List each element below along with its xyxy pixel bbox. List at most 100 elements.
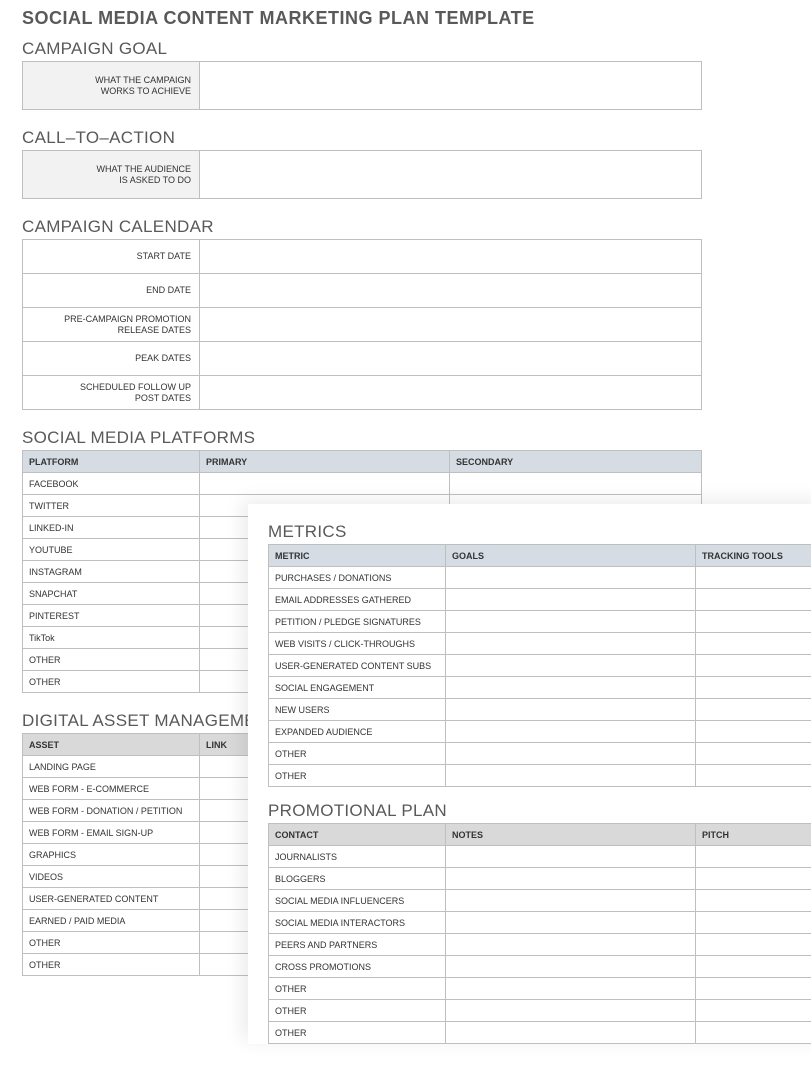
promo-cell[interactable] (696, 1000, 811, 1022)
promo-cell[interactable] (696, 846, 811, 868)
promo-cell[interactable] (446, 934, 696, 956)
calendar-row: START DATE (23, 240, 702, 274)
promo-cell[interactable] (446, 1022, 696, 1044)
promo-row: SOCIAL MEDIA INTERACTORS (269, 912, 811, 934)
section-title-goal: CAMPAIGN GOAL (22, 39, 702, 59)
assets-cell: EARNED / PAID MEDIA (23, 910, 200, 932)
promo-cell[interactable] (446, 912, 696, 934)
promo-cell: OTHER (269, 978, 446, 1000)
metrics-cell[interactable] (446, 633, 696, 655)
metrics-cell[interactable] (696, 743, 811, 765)
metrics-row: OTHER (269, 743, 811, 765)
promo-cell[interactable] (446, 890, 696, 912)
metrics-cell[interactable] (446, 721, 696, 743)
metrics-cell[interactable] (696, 589, 811, 611)
metrics-cell[interactable] (696, 655, 811, 677)
promo-cell: BLOGGERS (269, 868, 446, 890)
metrics-cell[interactable] (446, 567, 696, 589)
promo-cell[interactable] (446, 1000, 696, 1022)
calendar-row: PEAK DATES (23, 342, 702, 376)
metrics-hdr-goals: GOALS (446, 545, 696, 567)
section-title-metrics: METRICS (268, 522, 811, 542)
promo-cell[interactable] (696, 956, 811, 978)
platforms-cell[interactable] (450, 473, 702, 495)
doc-title: SOCIAL MEDIA CONTENT MARKETING PLAN TEMP… (22, 8, 702, 29)
promo-hdr-contact: CONTACT (269, 824, 446, 846)
platforms-hdr-primary: PRIMARY (200, 451, 450, 473)
assets-cell: LANDING PAGE (23, 756, 200, 778)
metrics-cell[interactable] (446, 699, 696, 721)
promo-cell: SOCIAL MEDIA INFLUENCERS (269, 890, 446, 912)
section-title-promo: PROMOTIONAL PLAN (268, 801, 811, 821)
metrics-cell[interactable] (696, 611, 811, 633)
platforms-cell: INSTAGRAM (23, 561, 200, 583)
promo-cell[interactable] (696, 978, 811, 1000)
platforms-cell: TikTok (23, 627, 200, 649)
promo-cell: OTHER (269, 1022, 446, 1044)
calendar-row: PRE-CAMPAIGN PROMOTIONRELEASE DATES (23, 308, 702, 342)
platforms-row: FACEBOOK (23, 473, 702, 495)
calendar-label: SCHEDULED FOLLOW UPPOST DATES (23, 376, 200, 410)
calendar-value[interactable] (200, 240, 702, 274)
metrics-cell[interactable] (446, 743, 696, 765)
promo-row: CROSS PROMOTIONS (269, 956, 811, 978)
calendar-label: START DATE (23, 240, 200, 274)
calendar-label: PEAK DATES (23, 342, 200, 376)
assets-cell: OTHER (23, 954, 200, 976)
platforms-hdr-secondary: SECONDARY (450, 451, 702, 473)
promo-row: OTHER (269, 1000, 811, 1022)
goal-value[interactable] (200, 62, 702, 110)
metrics-table: METRIC GOALS TRACKING TOOLS PURCHASES / … (268, 544, 811, 787)
promo-row: SOCIAL MEDIA INFLUENCERS (269, 890, 811, 912)
promo-cell[interactable] (446, 956, 696, 978)
metrics-cell[interactable] (696, 633, 811, 655)
promo-row: OTHER (269, 1022, 811, 1044)
promo-cell[interactable] (696, 912, 811, 934)
assets-cell: GRAPHICS (23, 844, 200, 866)
platforms-cell: YOUTUBE (23, 539, 200, 561)
platforms-cell: FACEBOOK (23, 473, 200, 495)
promo-cell[interactable] (696, 890, 811, 912)
metrics-cell[interactable] (446, 655, 696, 677)
metrics-cell[interactable] (446, 611, 696, 633)
metrics-row: EMAIL ADDRESSES GATHERED (269, 589, 811, 611)
calendar-value[interactable] (200, 342, 702, 376)
calendar-value[interactable] (200, 274, 702, 308)
metrics-cell[interactable] (696, 721, 811, 743)
promo-cell[interactable] (696, 934, 811, 956)
metrics-cell: EXPANDED AUDIENCE (269, 721, 446, 743)
assets-cell: VIDEOS (23, 866, 200, 888)
promo-cell[interactable] (446, 978, 696, 1000)
promo-cell[interactable] (696, 868, 811, 890)
promo-cell[interactable] (446, 846, 696, 868)
metrics-cell[interactable] (696, 765, 811, 787)
metrics-cell[interactable] (696, 567, 811, 589)
metrics-cell[interactable] (446, 765, 696, 787)
promo-cell[interactable] (446, 868, 696, 890)
goal-label: WHAT THE CAMPAIGN WORKS TO ACHIEVE (23, 62, 200, 110)
assets-cell: USER-GENERATED CONTENT (23, 888, 200, 910)
assets-cell: OTHER (23, 932, 200, 954)
metrics-cell[interactable] (696, 677, 811, 699)
promo-row: PEERS AND PARTNERS (269, 934, 811, 956)
assets-cell: WEB FORM - DONATION / PETITION (23, 800, 200, 822)
calendar-row: SCHEDULED FOLLOW UPPOST DATES (23, 376, 702, 410)
platforms-cell[interactable] (200, 473, 450, 495)
metrics-cell: OTHER (269, 743, 446, 765)
metrics-cell[interactable] (696, 699, 811, 721)
metrics-row: EXPANDED AUDIENCE (269, 721, 811, 743)
metrics-hdr-tools: TRACKING TOOLS (696, 545, 811, 567)
calendar-value[interactable] (200, 308, 702, 342)
calendar-label: END DATE (23, 274, 200, 308)
cta-value[interactable] (200, 151, 702, 199)
promo-cell: PEERS AND PARTNERS (269, 934, 446, 956)
promo-cell[interactable] (696, 1022, 811, 1044)
metrics-row: SOCIAL ENGAGEMENT (269, 677, 811, 699)
metrics-cell: USER-GENERATED CONTENT SUBS (269, 655, 446, 677)
platforms-hdr-platform: PLATFORM (23, 451, 200, 473)
calendar-value[interactable] (200, 376, 702, 410)
metrics-cell[interactable] (446, 677, 696, 699)
metrics-cell[interactable] (446, 589, 696, 611)
platforms-cell: SNAPCHAT (23, 583, 200, 605)
metrics-cell: SOCIAL ENGAGEMENT (269, 677, 446, 699)
